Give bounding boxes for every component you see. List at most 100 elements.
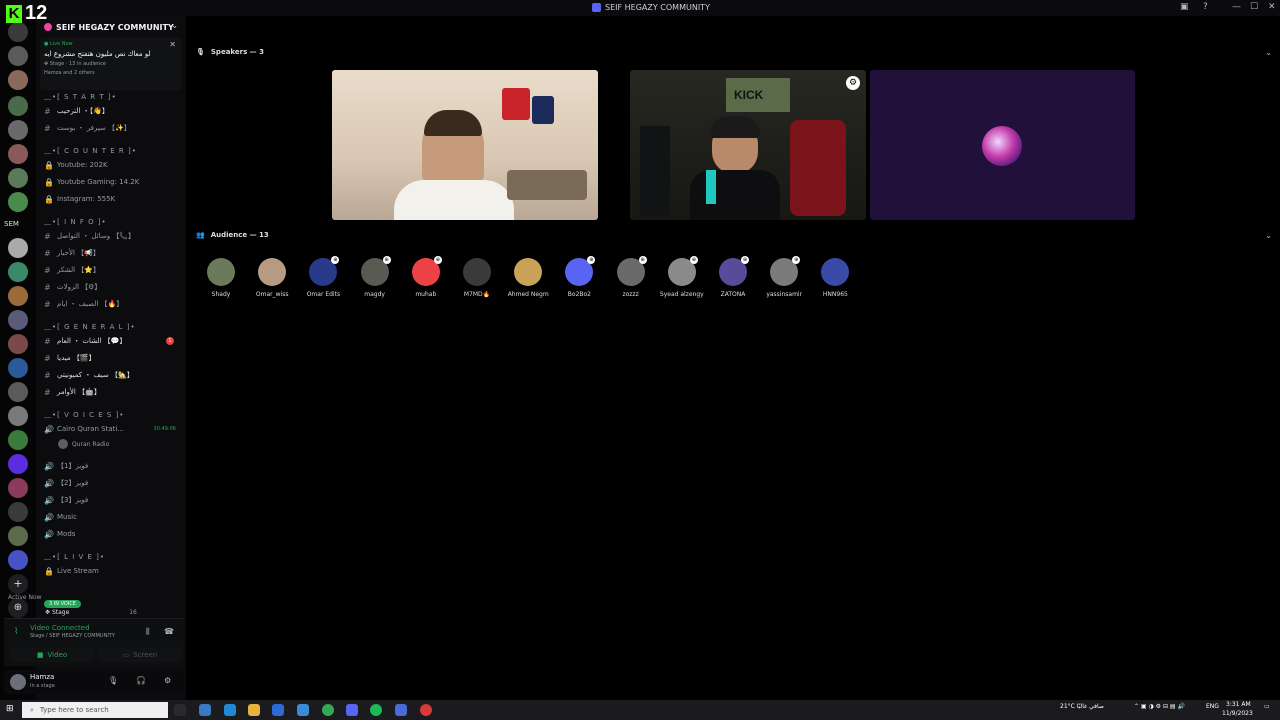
category-start[interactable]: ﹏•[ S T A R T ]• <box>44 92 117 102</box>
channel-welcome[interactable]: # الترحيب ・【👋】 <box>44 104 182 118</box>
video-button[interactable]: ■ Video <box>10 647 94 662</box>
channel-chat[interactable]: # الشات ・ العام 【💬】 1 <box>44 334 182 348</box>
app-icon[interactable] <box>395 704 407 716</box>
audience-member[interactable]: Ahmed Negm <box>502 258 554 298</box>
audience-member[interactable]: ⊕ magdy <box>349 256 401 298</box>
close-icon[interactable]: ✕ <box>169 40 176 49</box>
server-label[interactable]: SEM <box>4 220 19 228</box>
voice-status[interactable]: Video Connected <box>30 624 90 632</box>
server-icon[interactable] <box>8 526 28 546</box>
settings-gear-icon[interactable]: ⚙ <box>164 676 171 685</box>
server-icon[interactable] <box>8 550 28 570</box>
speakers-header[interactable]: 🎙 Speakers — 3 <box>196 48 264 56</box>
server-icon[interactable] <box>8 22 28 42</box>
server-icon[interactable] <box>8 406 28 426</box>
server-icon[interactable] <box>8 46 28 66</box>
server-icon[interactable] <box>8 238 28 258</box>
audience-member[interactable]: ⊕ yassinsamir <box>758 256 810 298</box>
audience-member[interactable]: ⊕ ZATONA <box>707 256 759 298</box>
server-icon[interactable] <box>8 286 28 306</box>
category-counter[interactable]: ﹏•[ C O U N T E R ]• <box>44 146 137 156</box>
app-icon[interactable] <box>199 704 211 716</box>
channel-news[interactable]: # الأخبار 【📢】 <box>44 246 182 260</box>
channel-youtube-gaming[interactable]: 🔒 Youtube Gaming: 14.2K <box>44 175 182 189</box>
edge-icon[interactable] <box>224 704 236 716</box>
category-info[interactable]: ﹏•[ I N F O ]• <box>44 217 107 227</box>
server-icon[interactable] <box>8 358 28 378</box>
speaker-video-tile[interactable] <box>332 70 598 220</box>
language[interactable]: ENG <box>1206 703 1219 710</box>
server-icon[interactable] <box>8 168 28 188</box>
inbox-icon[interactable]: ▣ <box>1180 2 1189 12</box>
spotify-icon[interactable] <box>370 704 382 716</box>
voice-channel-1[interactable]: 🔊 【1】فويز <box>44 459 182 473</box>
search-input[interactable]: ⌕ Type here to search <box>22 702 168 718</box>
noise-suppression-icon[interactable]: ⫼ <box>146 627 150 637</box>
audience-member[interactable]: ⊕ Bo2Bo2 <box>553 256 605 298</box>
speaker-avatar-tile[interactable] <box>870 70 1135 220</box>
help-icon[interactable]: ? <box>1203 2 1208 12</box>
voice-user[interactable]: Quran Radio <box>58 439 109 449</box>
voice-channel-mods[interactable]: 🔊 Mods <box>44 527 182 541</box>
channel-summer[interactable]: # الصيف ・ ايام 【🔥】 <box>44 297 182 311</box>
server-header[interactable]: SEIF HEGAZY COMMUNITY ⌄ <box>36 16 186 38</box>
server-icon[interactable] <box>8 382 28 402</box>
channel-live-stream[interactable]: 🔒 Live Stream <box>44 564 182 578</box>
clock-date[interactable]: 11/9/2023 <box>1222 710 1253 717</box>
live-event-card[interactable]: ● Live Now لو معاك نص مليون هتفتح مشروع … <box>40 38 182 90</box>
server-icon[interactable] <box>8 70 28 90</box>
close-button[interactable]: ✕ <box>1268 2 1276 12</box>
channel-media[interactable]: # ميديا 【🎬】 <box>44 351 182 365</box>
category-general[interactable]: ﹏•[ G E N E R A L ]• <box>44 322 136 332</box>
add-server-icon[interactable]: + <box>8 574 28 594</box>
audience-member[interactable]: ⊕ muhab <box>400 256 452 298</box>
channel-server-boost[interactable]: # سيرفر ・ بوست 【✨】 <box>44 121 182 135</box>
chrome-icon[interactable] <box>322 704 334 716</box>
store-icon[interactable] <box>272 704 284 716</box>
audience-member[interactable]: Omar_wiss <box>246 258 298 298</box>
channel-thanks[interactable]: # الشكر 【⭐】 <box>44 263 182 277</box>
channel-youtube[interactable]: 🔒 Youtube: 202K <box>44 158 182 172</box>
channel-contact[interactable]: # وسائل ・ التواصل 【📞】 <box>44 229 182 243</box>
channel-instagram[interactable]: 🔒 Instagram: 555K <box>44 192 182 206</box>
windows-start-icon[interactable]: ⊞ <box>6 704 14 714</box>
audience-member[interactable]: ⊕ zozzz <box>605 256 657 298</box>
channel-roles[interactable]: # الرولات 【⚙】 <box>44 280 182 294</box>
server-icon[interactable] <box>8 144 28 164</box>
username[interactable]: Hamza <box>30 673 54 681</box>
server-icon[interactable] <box>8 262 28 282</box>
channel-community[interactable]: # سيف ・ كميونيتي 【🏡】 <box>44 368 182 382</box>
channel-commands[interactable]: # الأوامر 【🤖】 <box>44 385 182 399</box>
chevron-down-icon[interactable]: ⌄ <box>1265 48 1272 57</box>
server-icon[interactable] <box>8 192 28 212</box>
voice-channel-2[interactable]: 🔊 【2】فويز <box>44 476 182 490</box>
server-icon[interactable] <box>8 430 28 450</box>
category-voices[interactable]: ﹏•[ V O I C E S ]• <box>44 410 124 420</box>
server-icon[interactable] <box>8 120 28 140</box>
voice-channel-3[interactable]: 🔊 【3】فويز <box>44 493 182 507</box>
task-view-icon[interactable] <box>174 704 186 716</box>
explore-icon[interactable]: ⊕ <box>8 598 28 618</box>
voice-channel-quran[interactable]: 🔊 Cairo Quran Stati... 30:49:06 <box>44 422 182 436</box>
category-live[interactable]: ﹏•[ L I V E ]• <box>44 552 105 562</box>
audience-member[interactable]: Shady <box>195 258 247 298</box>
audience-member[interactable]: ⊕ Syead alzengy <box>656 256 708 298</box>
minimize-button[interactable]: — <box>1232 2 1241 12</box>
in-voice-pill[interactable]: 3 IN VOICE <box>44 600 81 608</box>
discord-icon[interactable] <box>346 704 358 716</box>
audience-member[interactable]: ⊕ Omar Edits <box>297 256 349 298</box>
stage-indicator[interactable]: ✥ Stage 16 <box>45 609 137 616</box>
chevron-down-icon[interactable]: ⌄ <box>1265 231 1272 240</box>
notification-icon[interactable]: ▭ <box>1264 703 1270 710</box>
server-icon[interactable] <box>8 454 28 474</box>
signal-icon[interactable]: ⌇ <box>14 627 18 637</box>
server-icon[interactable] <box>8 310 28 330</box>
server-icon[interactable] <box>8 502 28 522</box>
avatar[interactable] <box>10 674 26 690</box>
speaker-video-tile[interactable]: KICK ⚙ <box>630 70 866 220</box>
file-explorer-icon[interactable] <box>248 704 260 716</box>
disconnect-icon[interactable]: ☎ <box>164 627 174 636</box>
audience-member[interactable]: HNN965 <box>809 258 861 298</box>
audience-member[interactable]: M7MD🔥 <box>451 258 503 298</box>
headphones-icon[interactable]: 🎧 <box>136 676 146 685</box>
